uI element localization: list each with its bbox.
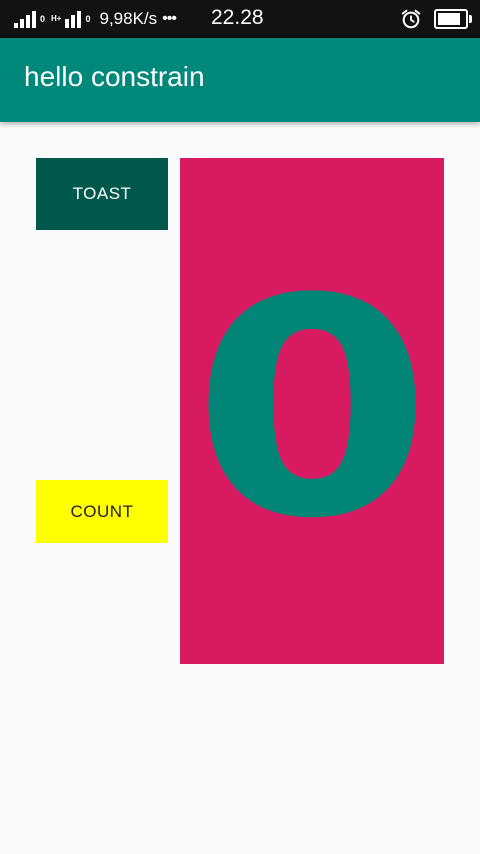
sim-indicator: 0 bbox=[40, 14, 46, 24]
status-time: 22.28 bbox=[211, 6, 264, 29]
network-speed: 9,98K/s bbox=[99, 9, 158, 28]
network-type-icon: H+ bbox=[51, 14, 62, 23]
alarm-clock-icon bbox=[401, 9, 421, 29]
app-bar: hello constrain bbox=[0, 38, 480, 122]
status-right-icons bbox=[400, 8, 472, 30]
status-left-icons: 0 H+ 0 9,98K/s ••• bbox=[14, 6, 177, 32]
battery-icon bbox=[434, 9, 472, 29]
count-button[interactable]: COUNT bbox=[36, 480, 168, 543]
sim2-indicator: 0 bbox=[85, 14, 91, 24]
count-display-panel: 0 bbox=[180, 158, 444, 664]
status-bar: 0 H+ 0 9,98K/s ••• 22.28 bbox=[0, 0, 480, 38]
count-value: 0 bbox=[191, 235, 433, 584]
toast-button[interactable]: TOAST bbox=[36, 158, 168, 230]
more-notifications-icon: ••• bbox=[162, 10, 177, 27]
signal-strength-2-icon bbox=[65, 10, 82, 28]
app-title: hello constrain bbox=[24, 61, 205, 92]
signal-strength-icon bbox=[14, 10, 36, 28]
